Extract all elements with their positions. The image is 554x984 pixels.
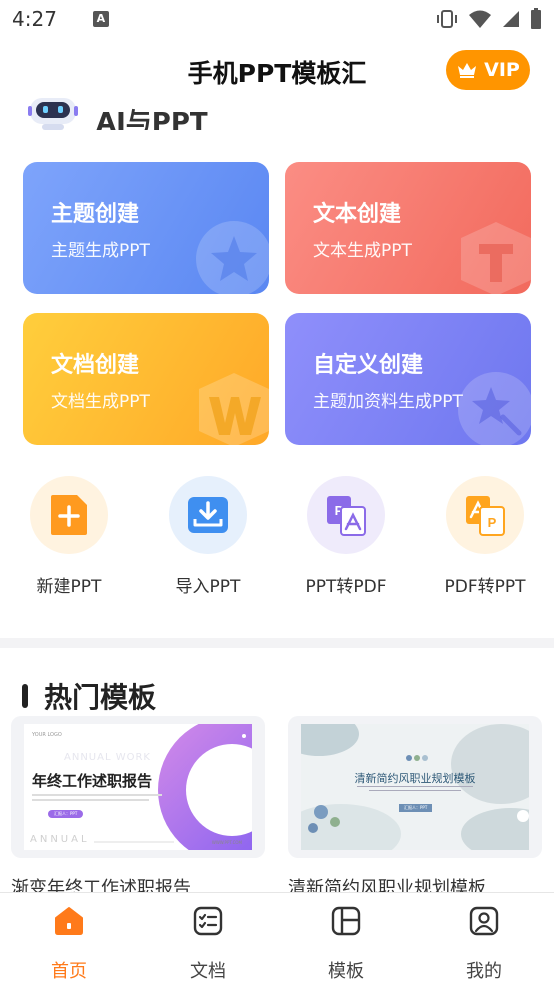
template-card[interactable]: YOUR LOGO ANNUAL WORK 年终工作述职报告 汇报人：PPT A… xyxy=(11,716,265,900)
magic-star-icon xyxy=(458,372,531,445)
tab-home[interactable]: 首页 xyxy=(29,905,109,983)
app-header: 手机PPT模板汇 VIP xyxy=(0,44,554,100)
document-create-card[interactable]: 文档创建 文档生成PPT xyxy=(23,313,269,445)
thumb-heading: 清新简约风职业规划模板 xyxy=(354,772,476,785)
tab-profile[interactable]: 我的 xyxy=(444,905,524,983)
tab-templates[interactable]: 模板 xyxy=(306,905,386,983)
pdf-to-ppt-icon: P xyxy=(446,476,524,554)
thumb-ghost-text: ANNUAL WORK xyxy=(64,752,151,763)
nav-label: 文档 xyxy=(190,961,226,982)
thumb-url: WWW.PPT.COM xyxy=(211,840,242,845)
card-subtitle: 主题加资料生成PPT xyxy=(313,392,463,412)
import-ppt-button[interactable]: 导入PPT xyxy=(143,476,273,597)
ai-section-header: AI与PPT xyxy=(28,94,328,130)
tool-label: 新建PPT xyxy=(36,577,102,597)
new-ppt-button[interactable]: 新建PPT xyxy=(4,476,134,597)
notification-icon: A xyxy=(92,11,109,27)
card-subtitle: 文档生成PPT xyxy=(51,392,150,412)
bottom-nav: 首页 文档 模板 我的 xyxy=(0,892,554,984)
card-subtitle: 文本生成PPT xyxy=(313,241,412,261)
thumbnail-preview: YOUR LOGO ANNUAL WORK 年终工作述职报告 汇报人：PPT A… xyxy=(24,724,252,850)
template-thumbnail: 清新简约风职业规划模板 汇报人：PPT xyxy=(288,716,542,858)
template-thumbnail: YOUR LOGO ANNUAL WORK 年终工作述职报告 汇报人：PPT A… xyxy=(11,716,265,858)
ai-section-label: AI与PPT xyxy=(96,108,208,130)
ppt-to-pdf-icon: P xyxy=(307,476,385,554)
thumb-body-lines xyxy=(357,786,473,791)
section-divider xyxy=(0,638,554,648)
user-icon xyxy=(469,906,499,936)
section-title: 热门模板 xyxy=(44,681,157,714)
topic-create-card[interactable]: 主题创建 主题生成PPT xyxy=(23,162,269,294)
pdf-to-ppt-button[interactable]: P PDF转PPT xyxy=(420,476,550,597)
card-title: 自定义创建 xyxy=(313,353,424,378)
text-create-card[interactable]: 文本创建 文本生成PPT xyxy=(285,162,531,294)
tool-label: PPT转PDF xyxy=(305,577,387,597)
card-title: 文档创建 xyxy=(51,353,140,378)
nav-label: 模板 xyxy=(328,961,364,982)
robot-icon xyxy=(28,94,78,130)
vip-label: VIP xyxy=(484,59,520,81)
status-icons xyxy=(436,8,542,30)
hot-templates-header: 热门模板 xyxy=(22,676,156,716)
tab-documents[interactable]: 文档 xyxy=(168,905,248,983)
import-tray-icon xyxy=(169,476,247,554)
tool-shortcuts: 新建PPT 导入PPT P PPT转PDF P PDF转PPT xyxy=(0,476,554,597)
nav-label: 我的 xyxy=(466,961,502,982)
ppt-to-pdf-button[interactable]: P PPT转PDF xyxy=(281,476,411,597)
home-icon xyxy=(55,907,83,935)
vibrate-icon xyxy=(437,10,457,28)
status-bar: 4:27 A xyxy=(0,0,554,38)
card-title: 主题创建 xyxy=(51,202,140,227)
wifi-icon xyxy=(469,10,491,28)
add-file-icon xyxy=(30,476,108,554)
crown-icon xyxy=(458,63,477,78)
document-checklist-icon xyxy=(193,906,223,936)
section-accent-bar xyxy=(22,684,28,708)
nav-label: 首页 xyxy=(51,961,87,982)
word-w-icon xyxy=(199,373,269,445)
thumb-button: 汇报人：PPT xyxy=(399,804,433,812)
thumb-heading: 年终工作述职报告 xyxy=(32,772,153,790)
custom-create-card[interactable]: 自定义创建 主题加资料生成PPT xyxy=(285,313,531,445)
text-t-icon xyxy=(461,222,531,294)
signal-icon xyxy=(503,11,519,27)
star-icon xyxy=(196,221,269,294)
thumb-button: 汇报人：PPT xyxy=(48,810,84,818)
thumb-logo: YOUR LOGO xyxy=(32,732,62,738)
tool-label: 导入PPT xyxy=(175,577,241,597)
template-card[interactable]: 清新简约风职业规划模板 汇报人：PPT 清新简约风职业规划模板 xyxy=(288,716,542,900)
thumbnail-preview: 清新简约风职业规划模板 汇报人：PPT xyxy=(301,724,529,850)
card-subtitle: 主题生成PPT xyxy=(51,241,150,261)
status-time: 4:27 xyxy=(12,7,57,31)
svg-text:P: P xyxy=(488,515,497,530)
thumb-body-lines xyxy=(32,794,162,801)
card-title: 文本创建 xyxy=(313,202,402,227)
template-grid-icon xyxy=(331,906,361,936)
tool-label: PDF转PPT xyxy=(444,577,526,597)
thumb-footer-text: ANNUAL xyxy=(30,834,90,845)
battery-icon xyxy=(531,8,541,29)
vip-button[interactable]: VIP xyxy=(446,50,530,90)
